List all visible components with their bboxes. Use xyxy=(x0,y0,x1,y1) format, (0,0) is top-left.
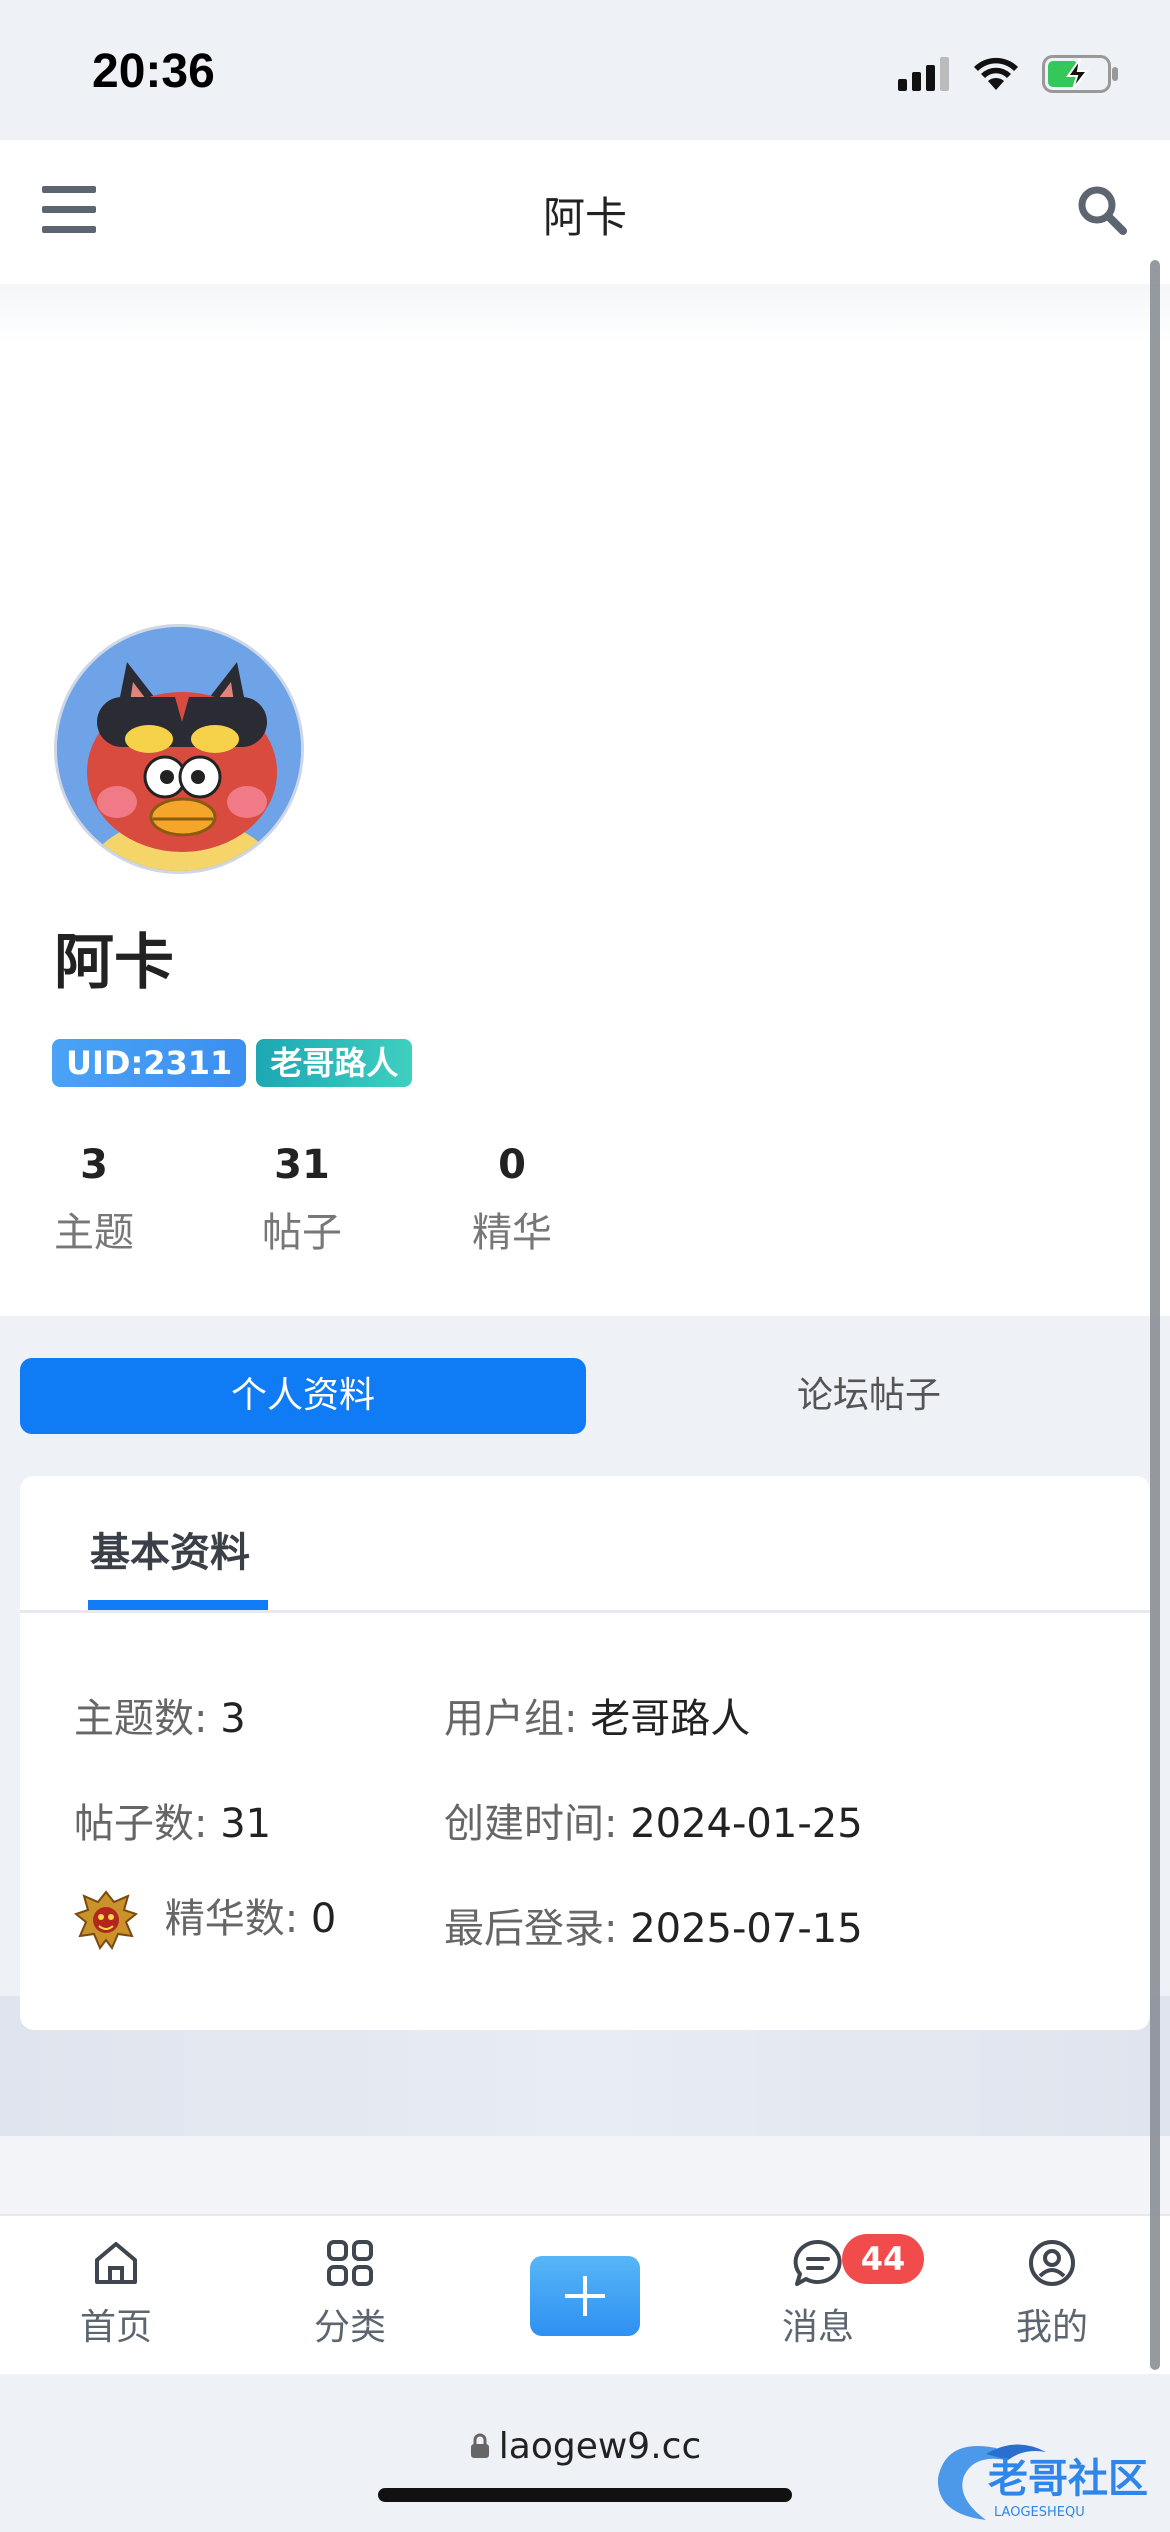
tab-forum-posts[interactable]: 论坛帖子 xyxy=(586,1358,1152,1434)
info-value: 老哥路人 xyxy=(590,1696,751,1742)
avatar[interactable] xyxy=(54,624,304,874)
nav-category[interactable]: 分类 xyxy=(280,2238,420,2350)
tab-basic-info[interactable]: 基本资料 xyxy=(90,1520,250,1578)
stat-value: 3 xyxy=(80,1142,108,1188)
info-key: 用户组: xyxy=(444,1696,578,1742)
profile-section: 阿卡 UID:2311 老哥路人 3 主题 31 帖子 0 精华 xyxy=(0,284,1170,1316)
watermark-subtext: LAOGESHEQU xyxy=(994,2505,1085,2520)
stat-label: 帖子 xyxy=(262,1210,342,1256)
battery-charging-icon xyxy=(1042,55,1118,93)
nav-label: 分类 xyxy=(313,2307,386,2348)
info-digest-count: 精华数: 0 xyxy=(72,1886,336,1954)
url-value: laogew9.cc xyxy=(498,2426,702,2467)
profile-tabs: 个人资料 论坛帖子 xyxy=(0,1316,1170,1476)
nav-label: 我的 xyxy=(1015,2307,1088,2348)
info-key: 最后登录: xyxy=(444,1906,618,1952)
stat-label: 精华 xyxy=(472,1210,552,1256)
avatar-illustration xyxy=(57,627,301,871)
info-value: 2025-07-15 xyxy=(630,1906,863,1952)
grid-icon xyxy=(327,2240,373,2286)
lock-icon xyxy=(470,2433,489,2458)
stat-value: 31 xyxy=(274,1142,330,1188)
page-title: 阿卡 xyxy=(542,193,627,242)
info-value: 3 xyxy=(220,1696,246,1742)
divider xyxy=(20,1610,1150,1613)
nav-mine[interactable]: 我的 xyxy=(982,2238,1122,2350)
status-time: 20:36 xyxy=(92,45,215,98)
add-post-button[interactable] xyxy=(530,2256,640,2336)
info-key: 帖子数: xyxy=(74,1801,208,1847)
info-last-login: 最后登录: 2025-07-15 xyxy=(444,1896,863,1954)
nav-label: 消息 xyxy=(781,2307,854,2348)
uid-badge: UID:2311 xyxy=(52,1039,247,1087)
info-key: 主题数: xyxy=(74,1696,208,1742)
stat-label: 主题 xyxy=(54,1210,134,1256)
tab-underline xyxy=(88,1600,268,1610)
scrollbar[interactable] xyxy=(1150,260,1160,2370)
status-bar: 20:36 xyxy=(0,0,1170,140)
basic-info-card: 基本资料 主题数: 3 用户组: 老哥路人 帖子数: 31 创建时间: 2024… xyxy=(20,1476,1150,2030)
tab-personal-info[interactable]: 个人资料 xyxy=(20,1358,586,1434)
user-icon xyxy=(1029,2240,1075,2286)
nav-home[interactable]: 首页 xyxy=(46,2238,186,2350)
stat-digest[interactable]: 0 精华 xyxy=(422,1142,602,1258)
info-value: 2024-01-25 xyxy=(630,1801,863,1847)
profile-username: 阿卡 xyxy=(54,928,174,998)
info-topic-count: 主题数: 3 xyxy=(74,1686,246,1744)
stat-value: 0 xyxy=(498,1142,526,1188)
info-user-group: 用户组: 老哥路人 xyxy=(444,1686,750,1744)
stat-posts[interactable]: 31 帖子 xyxy=(212,1142,392,1258)
cellular-icon xyxy=(898,57,949,91)
user-group-badge: 老哥路人 xyxy=(256,1039,413,1087)
info-key: 创建时间: xyxy=(444,1801,618,1847)
info-value: 31 xyxy=(220,1801,272,1847)
info-post-count: 帖子数: 31 xyxy=(74,1791,271,1849)
info-created-time: 创建时间: 2024-01-25 xyxy=(444,1791,863,1849)
stat-topics[interactable]: 3 主题 xyxy=(4,1142,184,1258)
message-icon xyxy=(793,2239,842,2286)
wifi-icon xyxy=(974,57,1018,90)
profile-badges: UID:2311 老哥路人 xyxy=(52,1039,413,1087)
dragon-crest-icon xyxy=(73,1890,139,1950)
watermark-text: 老哥社区 xyxy=(988,2456,1148,2502)
nav-label: 首页 xyxy=(79,2307,152,2348)
app-header: 阿卡 xyxy=(0,140,1170,284)
home-icon xyxy=(95,2242,137,2284)
info-value: 0 xyxy=(310,1896,337,1942)
search-icon[interactable] xyxy=(1076,184,1128,236)
home-indicator[interactable] xyxy=(378,2488,792,2502)
info-key: 精华数: xyxy=(164,1896,299,1942)
bottom-nav: 首页 分类 消息 44 我的 xyxy=(0,2214,1170,2374)
background-band xyxy=(0,2136,1170,2216)
laoge-watermark-logo: 老哥社区 LAOGESHEQU xyxy=(937,2444,1148,2520)
status-icons xyxy=(898,52,1120,96)
plus-icon xyxy=(565,2276,605,2316)
message-count-badge: 44 xyxy=(842,2234,924,2284)
